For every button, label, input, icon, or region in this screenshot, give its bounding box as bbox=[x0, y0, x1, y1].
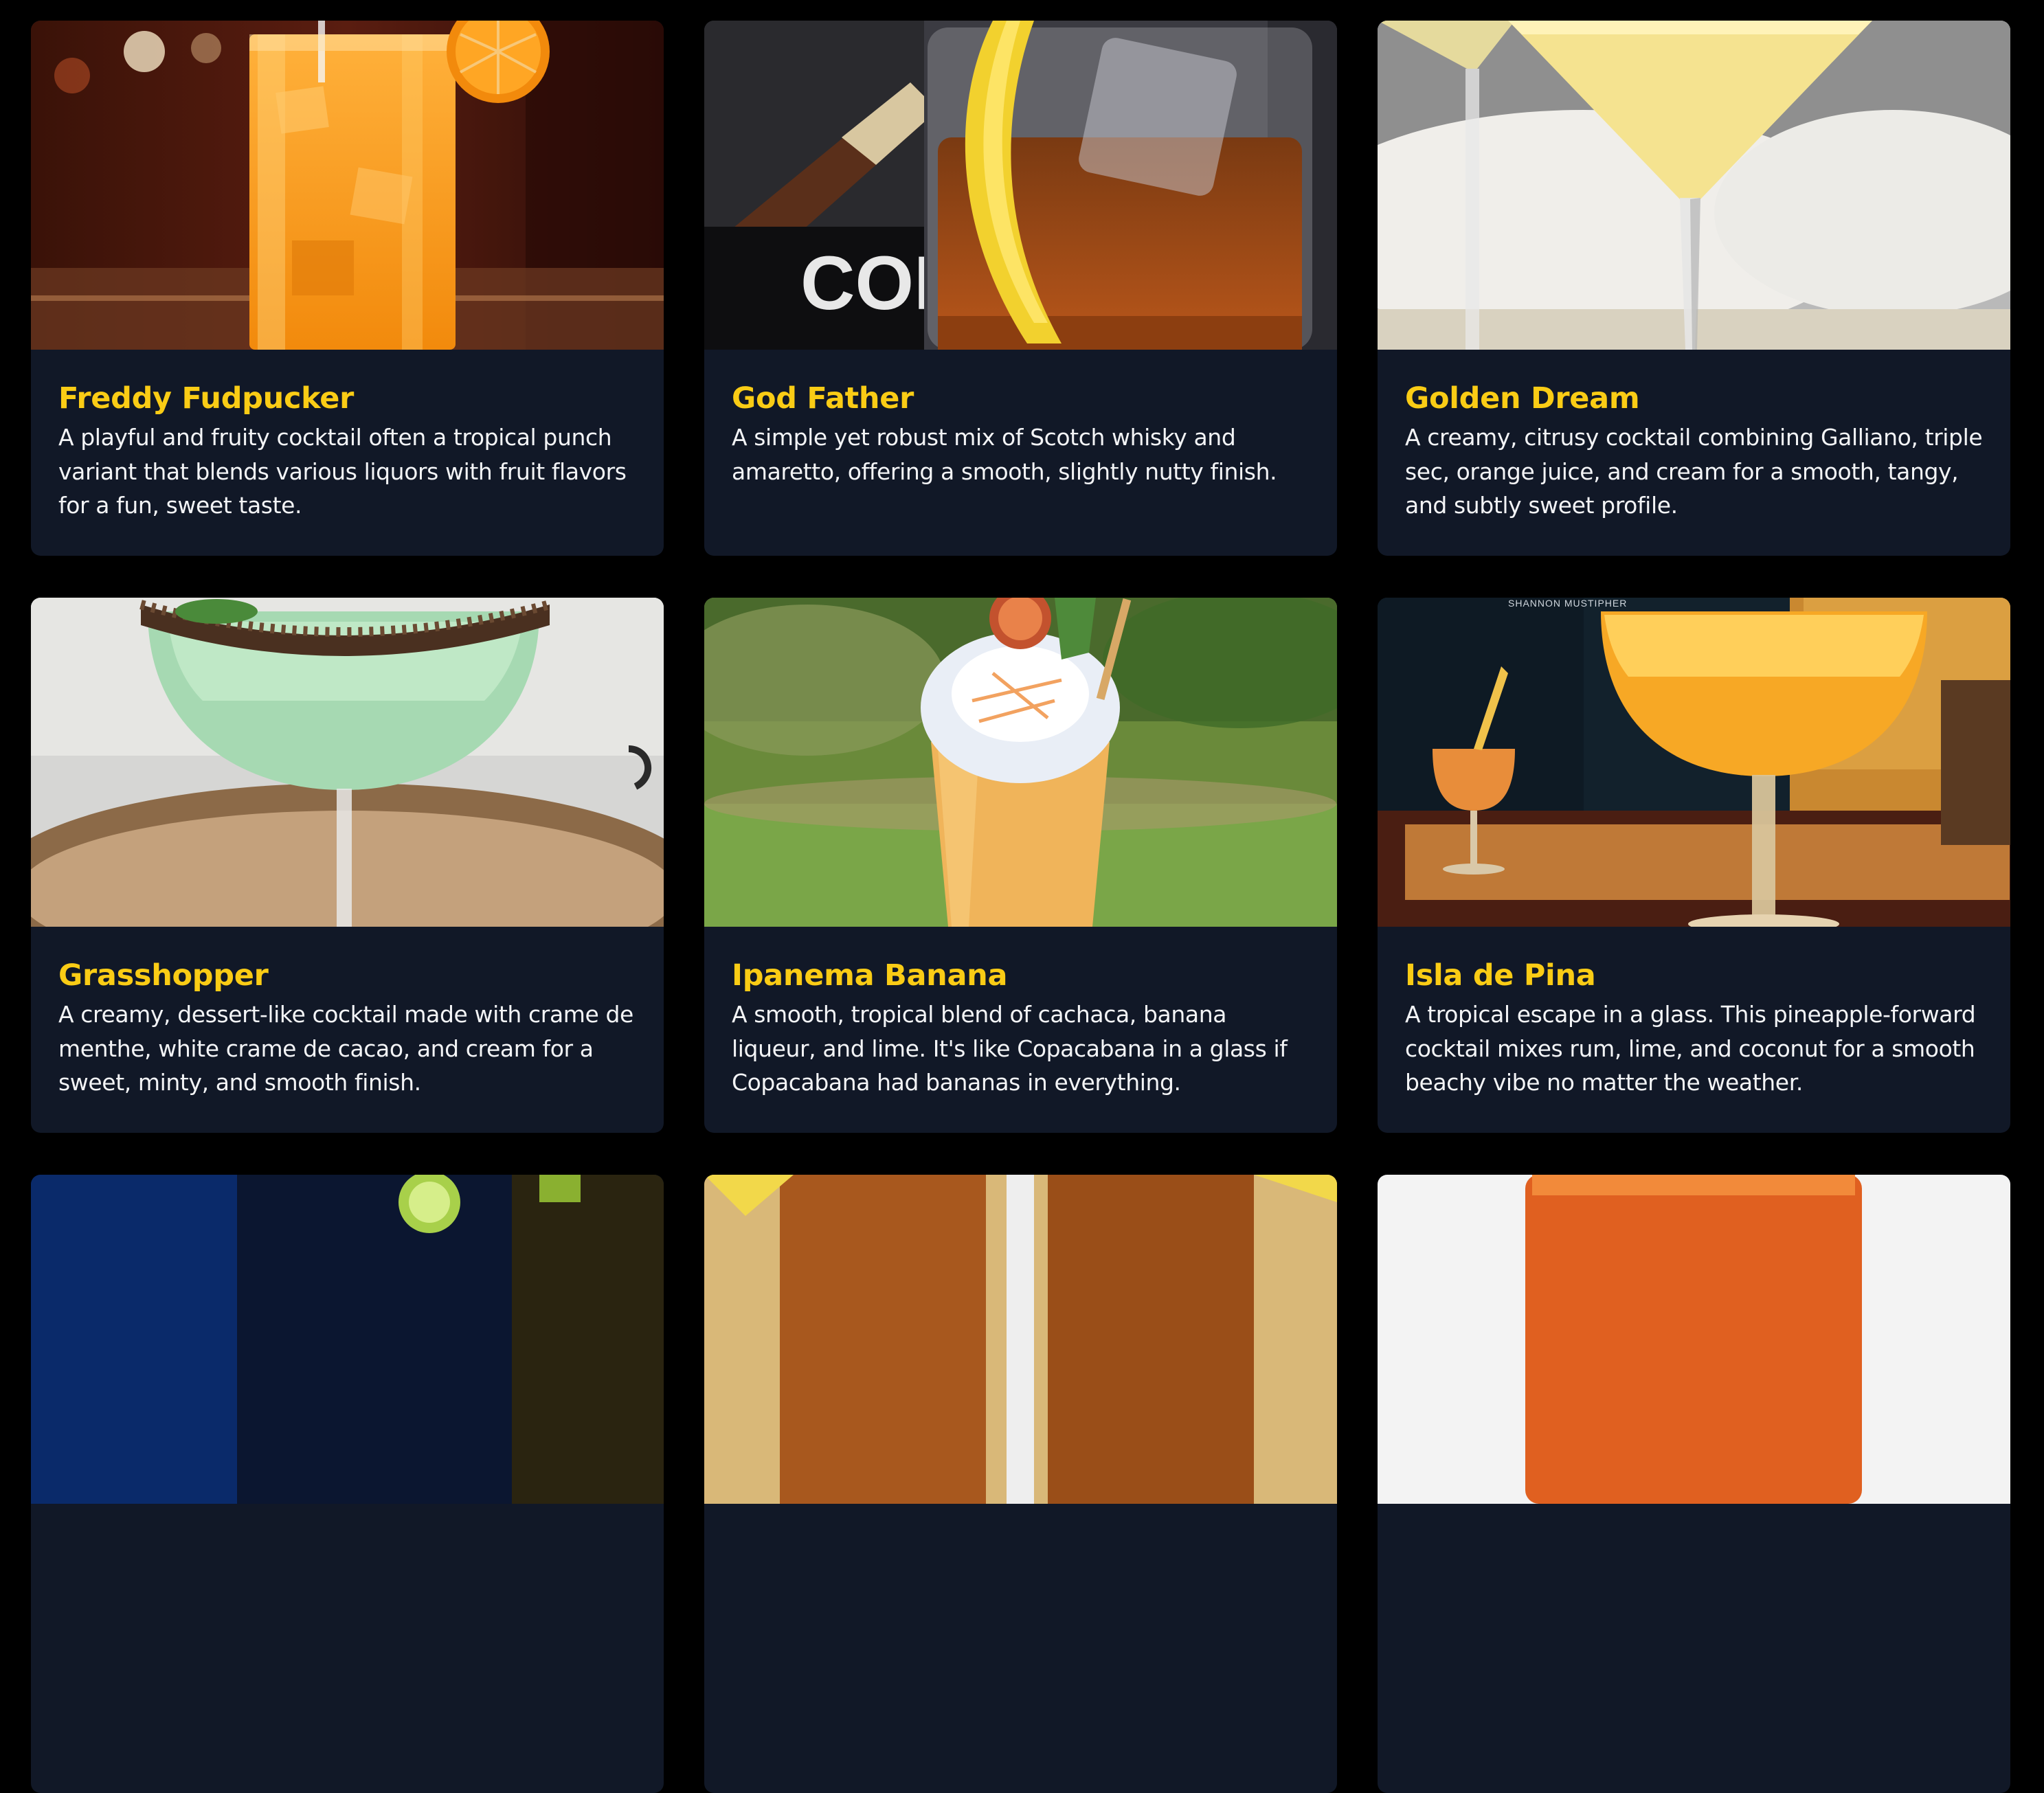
cocktail-image bbox=[1378, 21, 2010, 350]
cocktail-card[interactable] bbox=[704, 1175, 1337, 1793]
cocktail-name: Golden Dream bbox=[1405, 381, 1640, 416]
cocktail-card[interactable]: COP God Father A simple yet robust mix o… bbox=[704, 21, 1337, 556]
cocktail-card[interactable]: Freddy Fudpucker A playful and fruity co… bbox=[31, 21, 664, 556]
cocktail-image bbox=[1378, 1175, 2010, 1504]
cocktail-image bbox=[704, 598, 1337, 927]
cocktail-description: A creamy, dessert-like cocktail made wit… bbox=[58, 1001, 633, 1096]
cocktail-image bbox=[31, 598, 664, 927]
cocktail-description: A simple yet robust mix of Scotch whisky… bbox=[732, 424, 1277, 485]
cocktail-name: God Father bbox=[732, 381, 914, 416]
cocktail-name: Isla de Pina bbox=[1405, 958, 1596, 993]
cocktail-card[interactable] bbox=[1378, 1175, 2010, 1793]
cocktail-card[interactable]: Ipanema Banana A smooth, tropical blend … bbox=[704, 598, 1337, 1133]
cocktail-card[interactable]: Golden Dream A creamy, citrusy cocktail … bbox=[1378, 21, 2010, 556]
cocktail-card[interactable]: Grasshopper A creamy, dessert-like cockt… bbox=[31, 598, 664, 1133]
cocktail-grid: Freddy Fudpucker A playful and fruity co… bbox=[31, 21, 2011, 1793]
cocktail-name: Ipanema Banana bbox=[732, 958, 1008, 993]
cocktail-description: A smooth, tropical blend of cachaca, ban… bbox=[732, 1001, 1288, 1096]
cocktail-description: A tropical escape in a glass. This pinea… bbox=[1405, 1001, 1976, 1096]
cocktail-image bbox=[31, 1175, 664, 1504]
cocktail-image: COP bbox=[704, 21, 1337, 350]
cocktail-name: Freddy Fudpucker bbox=[58, 381, 355, 416]
cocktail-name: Grasshopper bbox=[58, 958, 269, 993]
cocktail-description: A creamy, citrusy cocktail combining Gal… bbox=[1405, 424, 1983, 519]
cocktail-image bbox=[31, 21, 664, 350]
cocktail-image bbox=[704, 1175, 1337, 1504]
cocktail-image: SHANNON MUSTIPHER bbox=[1378, 598, 2010, 927]
cocktail-description: A playful and fruity cocktail often a tr… bbox=[58, 424, 627, 519]
photo-credit: SHANNON MUSTIPHER bbox=[1508, 598, 1628, 609]
cocktail-card[interactable]: SHANNON MUSTIPHER Isla de Pina A tropica… bbox=[1378, 598, 2010, 1133]
cocktail-card[interactable] bbox=[31, 1175, 664, 1793]
